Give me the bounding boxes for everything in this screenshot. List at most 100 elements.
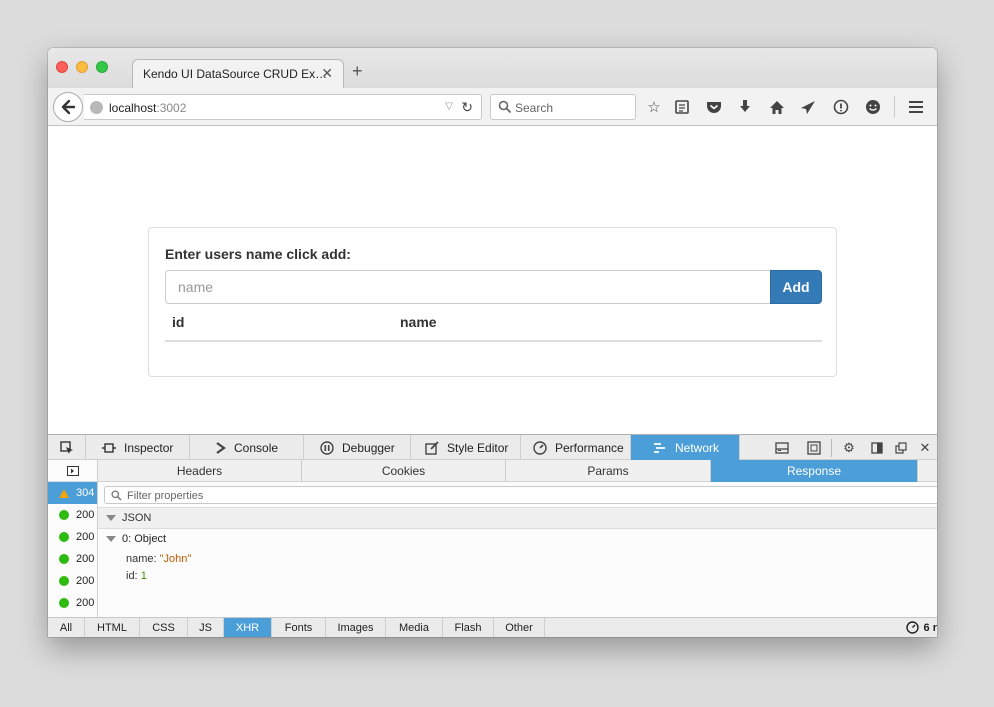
property-key: name: — [126, 553, 160, 565]
tab-label: Style Editor — [447, 440, 509, 455]
subtab-params[interactable]: Params — [506, 460, 711, 482]
dock-side-icon[interactable] — [867, 438, 887, 458]
tab-label: Network — [675, 440, 720, 455]
new-tab-button[interactable]: + — [352, 62, 363, 80]
history-dropdown-icon[interactable]: ▽ — [445, 101, 453, 112]
column-header-id: id — [172, 314, 185, 330]
status-code: 200 — [76, 553, 95, 565]
element-picker-button[interactable] — [48, 435, 86, 460]
minimize-window-button[interactable] — [76, 61, 88, 73]
request-row[interactable]: 200 — [48, 592, 97, 614]
tab-network[interactable]: Network — [631, 435, 740, 460]
status-ok-icon — [59, 532, 69, 542]
undock-window-icon[interactable] — [891, 438, 911, 458]
property-key: id: — [126, 570, 141, 582]
console-icon — [216, 441, 226, 454]
request-count: 6 r — [923, 621, 937, 634]
tab-performance[interactable]: Performance — [521, 435, 631, 460]
request-list: 304 200 200 200 200 200 — [48, 460, 98, 617]
tab-label: Inspector — [124, 440, 174, 455]
request-row[interactable]: 200 — [48, 570, 97, 592]
clock-icon — [905, 621, 919, 634]
status-ok-icon — [59, 554, 69, 564]
reload-icon[interactable]: ↻ — [461, 99, 473, 116]
filter-flash[interactable]: Flash — [443, 618, 494, 637]
browser-window: Kendo UI DataSource CRUD Ex… ✕ + localho… — [48, 48, 937, 637]
filter-images[interactable]: Images — [326, 618, 386, 637]
nav-bar: localhost:3002 ▽ ↻ ☆ — [48, 88, 937, 126]
settings-gear-icon[interactable]: ⚙ — [839, 438, 859, 458]
expand-twisty-icon — [106, 515, 116, 521]
tab-style-editor[interactable]: Style Editor — [411, 435, 521, 460]
filter-properties-input[interactable] — [127, 488, 827, 503]
bookmarks-menu-icon[interactable] — [672, 97, 692, 117]
search-input[interactable] — [515, 99, 630, 117]
filter-media[interactable]: Media — [386, 618, 443, 637]
close-window-button[interactable] — [56, 61, 68, 73]
globe-icon — [90, 101, 103, 114]
property-value-number: 1 — [140, 570, 147, 582]
filter-fonts[interactable]: Fonts — [272, 618, 326, 637]
request-row[interactable]: 304 — [48, 482, 97, 504]
bookmark-star-icon[interactable]: ☆ — [644, 97, 664, 117]
request-row[interactable]: 200 — [48, 548, 97, 570]
request-row[interactable]: 200 — [48, 504, 97, 526]
json-property-row: name: "John" — [126, 553, 191, 565]
url-text[interactable]: localhost:3002 — [109, 101, 186, 115]
request-row[interactable]: 200 — [48, 526, 97, 548]
split-console-icon[interactable] — [772, 438, 792, 458]
url-bar[interactable]: localhost:3002 ▽ ↻ — [84, 94, 482, 120]
search-icon — [498, 100, 512, 114]
toolbar-separator — [894, 96, 895, 118]
add-button[interactable]: Add — [770, 270, 822, 304]
subtab-response[interactable]: Response — [711, 460, 918, 482]
toggle-sidebar-button[interactable] — [48, 460, 97, 482]
filter-js[interactable]: JS — [188, 618, 224, 637]
property-value-string: "John" — [159, 553, 192, 565]
filter-properties-box[interactable] — [104, 486, 937, 504]
element-picker-icon — [59, 440, 73, 454]
json-object-row[interactable]: 0: Object — [98, 533, 166, 545]
info-icon[interactable] — [831, 97, 851, 117]
form-label: Enter users name click add: — [165, 246, 351, 262]
user-panel: Enter users name click add: Add id name — [148, 227, 837, 377]
filter-xhr[interactable]: XHR — [224, 618, 272, 637]
subtab-headers[interactable]: Headers — [98, 460, 302, 482]
tab-debugger[interactable]: Debugger — [304, 435, 411, 460]
filter-all[interactable]: All — [48, 618, 85, 637]
tab-label: Console — [234, 440, 279, 455]
json-label: JSON — [122, 512, 152, 524]
tab-console[interactable]: Console — [190, 435, 304, 460]
hamburger-menu-icon[interactable] — [906, 97, 926, 117]
sidebar-toggle-icon — [66, 465, 79, 476]
status-code: 200 — [76, 575, 95, 587]
zoom-window-button[interactable] — [96, 61, 108, 73]
tab-inspector[interactable]: Inspector — [86, 435, 190, 460]
responsive-mode-icon[interactable] — [804, 438, 824, 458]
filter-html[interactable]: HTML — [85, 618, 140, 637]
devtools-panel: Inspector Console Debugger Style Editor … — [48, 434, 937, 637]
tab-label: Debugger — [342, 440, 395, 455]
tab-close-icon[interactable]: ✕ — [321, 65, 333, 82]
back-button[interactable] — [53, 92, 83, 122]
filter-css[interactable]: CSS — [140, 618, 188, 637]
inspector-icon — [102, 442, 116, 454]
subtab-cookies[interactable]: Cookies — [302, 460, 506, 482]
name-input[interactable] — [165, 270, 771, 304]
emoji-icon[interactable] — [863, 97, 883, 117]
status-ok-icon — [59, 598, 69, 608]
json-section-header[interactable]: JSON — [98, 507, 937, 529]
downloads-icon[interactable] — [735, 97, 755, 117]
status-code: 200 — [76, 509, 95, 521]
status-code: 200 — [76, 597, 95, 609]
tab-title: Kendo UI DataSource CRUD Ex… — [143, 67, 328, 81]
filter-other[interactable]: Other — [494, 618, 545, 637]
pocket-icon[interactable] — [704, 97, 724, 117]
search-box[interactable] — [490, 94, 636, 120]
home-icon[interactable] — [767, 97, 787, 117]
share-icon[interactable] — [798, 97, 818, 117]
close-devtools-icon[interactable]: ✕ — [915, 438, 935, 458]
network-icon — [653, 442, 667, 454]
browser-tab[interactable]: Kendo UI DataSource CRUD Ex… ✕ — [132, 59, 344, 88]
filter-search-icon — [111, 490, 122, 501]
